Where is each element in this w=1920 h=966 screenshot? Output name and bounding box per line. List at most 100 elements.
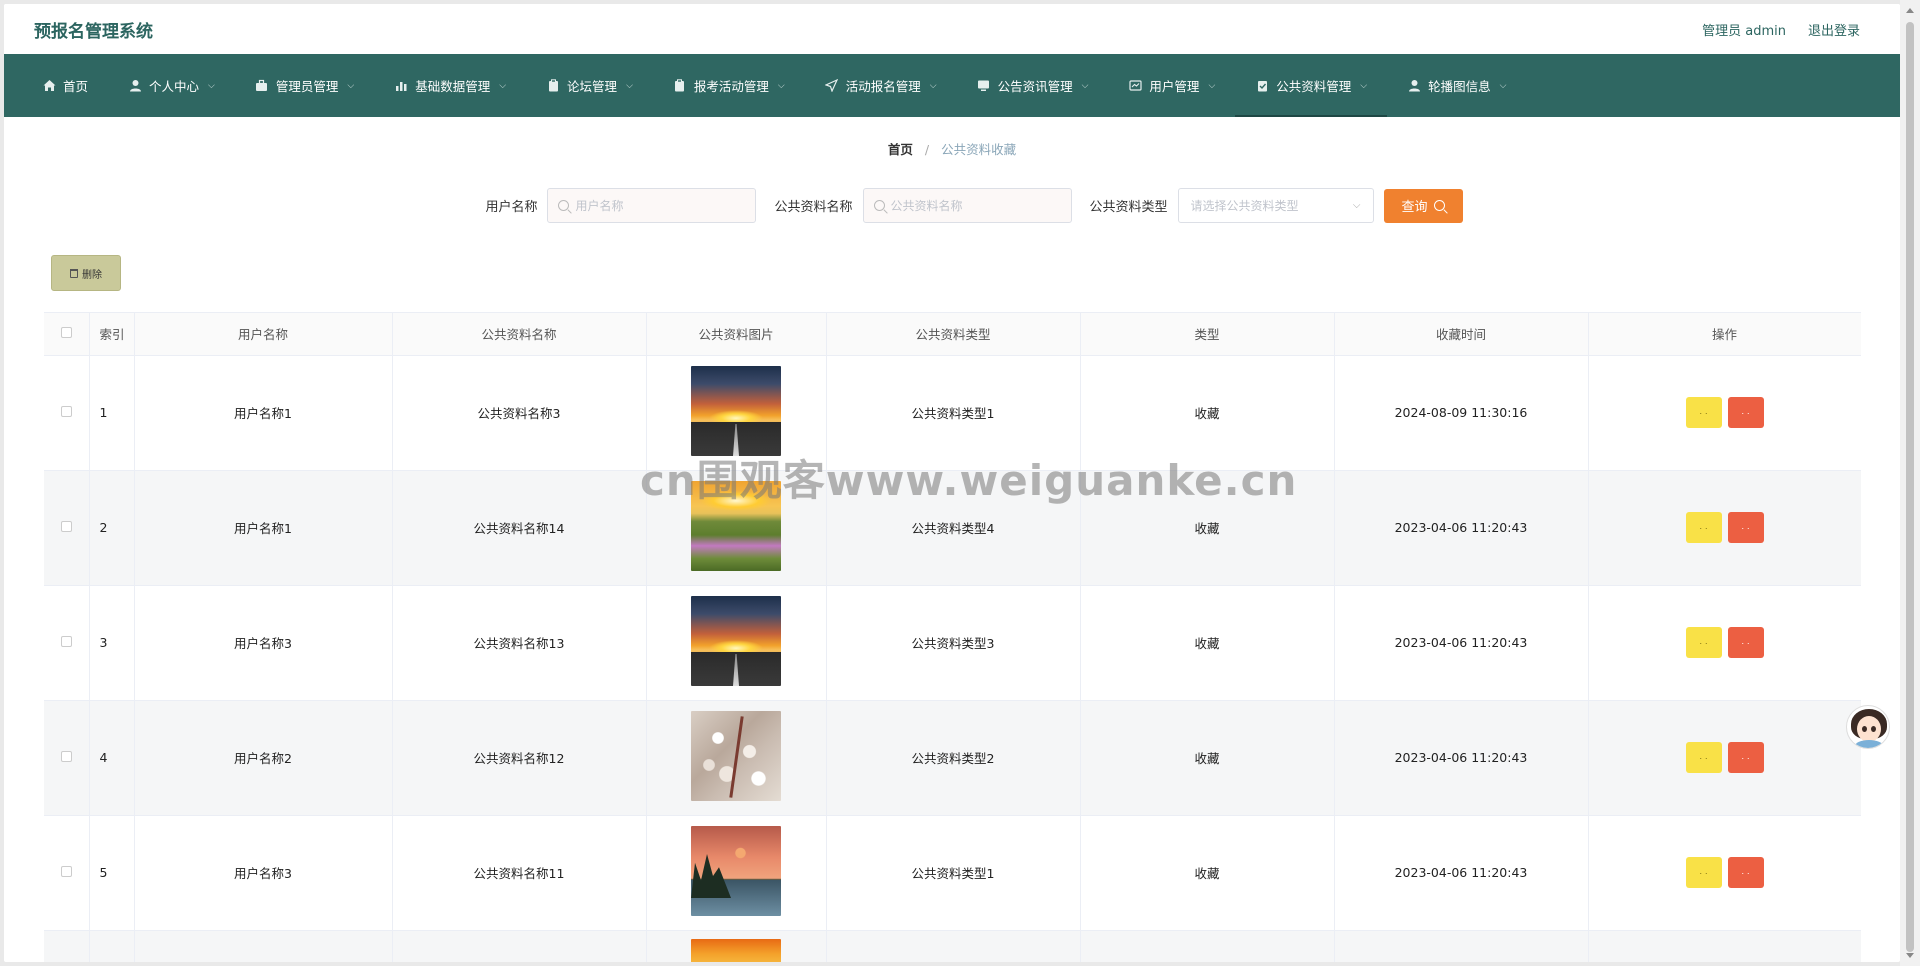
row-resource-name xyxy=(392,930,647,962)
nav-item-2[interactable]: 管理员管理 ⌵ xyxy=(235,54,374,117)
nav-item-9[interactable]: 公共资料管理 ⌵ xyxy=(1235,54,1387,117)
row-delete-button[interactable]: · · xyxy=(1727,857,1764,888)
row-user: 用户名称3 xyxy=(134,815,393,931)
row-actions: · · · · xyxy=(1588,355,1861,471)
clipboard-check-icon xyxy=(1255,79,1269,93)
row-actions: · · · · xyxy=(1588,700,1861,816)
trash-icon xyxy=(70,268,78,278)
table-row: 2 用户名称1 公共资料名称14 公共资料类型4 收藏 2023-04-06 11:20:… xyxy=(44,470,1861,586)
nav-item-label: 论坛管理 xyxy=(567,79,618,94)
search-icon xyxy=(558,200,570,211)
top-header: 预报名管理系统 管理员 admin 退出登录 xyxy=(4,4,1900,54)
search-icon xyxy=(873,200,885,211)
admin-label[interactable]: 管理员 admin xyxy=(1702,20,1786,39)
chevron-down-icon: ⌵ xyxy=(347,80,355,91)
nav-item-1[interactable]: 个人中心 ⌵ xyxy=(108,54,235,117)
row-delete-button[interactable]: · · xyxy=(1727,742,1764,773)
resource-thumbnail[interactable] xyxy=(691,596,781,686)
query-button[interactable]: 查询 xyxy=(1383,188,1463,223)
row-checkbox[interactable] xyxy=(60,521,72,532)
resource-type-select[interactable]: 请选择公共资料类型 ⌵ xyxy=(1177,188,1374,223)
col-user: 用户名称 xyxy=(134,313,393,356)
nav-item-label: 首页 xyxy=(63,79,89,94)
resource-thumbnail[interactable] xyxy=(691,481,781,571)
resource-thumbnail[interactable] xyxy=(691,711,781,801)
resource-name-input[interactable] xyxy=(890,198,1061,213)
nav-item-0[interactable]: 首页 xyxy=(22,54,108,117)
username-input[interactable] xyxy=(575,198,746,213)
table-row: 3 用户名称3 公共资料名称13 公共资料类型3 收藏 2023-04-06 11:20:… xyxy=(44,585,1861,701)
search-icon xyxy=(1433,200,1445,211)
nav-item-5[interactable]: 报考活动管理 ⌵ xyxy=(653,54,805,117)
nav-item-8[interactable]: 用户管理 ⌵ xyxy=(1108,54,1235,117)
nav-item-3[interactable]: 基础数据管理 ⌵ xyxy=(374,54,526,117)
page-scrollbar[interactable] xyxy=(1900,0,1920,966)
resource-type-label: 公共资料类型 xyxy=(1089,200,1168,215)
resource-thumbnail[interactable] xyxy=(691,366,781,456)
row-image-cell xyxy=(646,930,827,962)
search-bar: 用户名称 公共资料名称 公共资料类型 请选择公共资料类型 ⌵ 查询 xyxy=(40,188,1900,223)
nav-item-6[interactable]: 活动报名管理 ⌵ xyxy=(805,54,957,117)
nav-item-7[interactable]: 公告资讯管理 ⌵ xyxy=(957,54,1109,117)
username-input-wrap[interactable] xyxy=(547,188,757,223)
row-index: 5 xyxy=(89,815,135,931)
row-checkbox[interactable] xyxy=(60,636,72,647)
view-button[interactable]: · · xyxy=(1685,742,1722,773)
row-user: 用户名称3 xyxy=(134,585,393,701)
row-kind: 收藏 xyxy=(1080,585,1335,701)
view-button[interactable]: · · xyxy=(1685,512,1722,543)
row-delete-button[interactable]: · · xyxy=(1727,512,1764,543)
row-checkbox[interactable] xyxy=(60,406,72,417)
col-resource-type: 公共资料类型 xyxy=(826,313,1081,356)
select-all-checkbox[interactable] xyxy=(60,327,72,339)
view-button[interactable]: · · xyxy=(1685,857,1722,888)
resource-name-input-wrap[interactable] xyxy=(862,188,1072,223)
monitor-icon xyxy=(977,79,991,93)
chevron-down-icon: ⌵ xyxy=(1352,200,1361,211)
row-delete-button[interactable]: · · xyxy=(1727,397,1764,428)
select-all-cell xyxy=(44,313,90,356)
resource-thumbnail[interactable] xyxy=(691,826,781,916)
header-actions: 管理员 admin 退出登录 xyxy=(1702,20,1860,39)
view-button[interactable]: · · xyxy=(1685,627,1722,658)
nav-item-label: 轮播图信息 xyxy=(1428,79,1491,94)
row-time: 2023-04-06 11:20:43 xyxy=(1334,700,1589,816)
clipboard-icon xyxy=(673,79,687,93)
breadcrumb-home[interactable]: 首页 xyxy=(888,142,913,157)
nav-item-label: 活动报名管理 xyxy=(845,79,921,94)
user-icon xyxy=(128,79,142,93)
nav-item-label: 管理员管理 xyxy=(275,79,339,94)
resource-thumbnail[interactable] xyxy=(691,939,781,962)
table-row: 5 用户名称3 公共资料名称11 公共资料类型1 收藏 2023-04-06 11:20:… xyxy=(44,815,1861,931)
scroll-down-icon[interactable] xyxy=(1906,953,1914,958)
assistant-avatar[interactable] xyxy=(1846,705,1890,749)
row-resource-type: 公共资料类型4 xyxy=(826,470,1081,586)
row-index: 3 xyxy=(89,585,135,701)
logout-link[interactable]: 退出登录 xyxy=(1808,20,1860,39)
chevron-down-icon: ⌵ xyxy=(626,80,633,91)
row-resource-name: 公共资料名称12 xyxy=(392,700,647,816)
row-checkbox[interactable] xyxy=(60,866,72,877)
row-kind: 收藏 xyxy=(1080,355,1335,471)
row-resource-name: 公共资料名称14 xyxy=(392,470,647,586)
chevron-down-icon: ⌵ xyxy=(929,80,937,91)
row-select-cell xyxy=(44,930,90,962)
bulk-delete-button[interactable]: 删除 xyxy=(51,255,121,291)
nav-item-4[interactable]: 论坛管理 ⌵ xyxy=(526,54,653,117)
view-button[interactable]: · · xyxy=(1685,397,1722,428)
row-user: 用户名称1 xyxy=(134,470,393,586)
row-user xyxy=(134,930,393,962)
row-checkbox[interactable] xyxy=(60,751,72,762)
scroll-up-icon[interactable] xyxy=(1906,8,1914,13)
breadcrumb: 首页 / 公共资料收藏 xyxy=(4,139,1900,158)
nav-item-10[interactable]: 轮播图信息 ⌵ xyxy=(1387,54,1526,117)
row-select-cell xyxy=(44,470,90,586)
table-header-row: 索引 用户名称 公共资料名称 公共资料图片 公共资料类型 类型 收藏时间 操作 xyxy=(44,313,1861,356)
row-delete-button[interactable]: · · xyxy=(1727,627,1764,658)
row-time: 2023-04-06 11:20:43 xyxy=(1334,815,1589,931)
row-select-cell xyxy=(44,585,90,701)
col-actions: 操作 xyxy=(1588,313,1861,356)
scroll-thumb[interactable] xyxy=(1906,22,1914,952)
nav-item-label: 用户管理 xyxy=(1149,79,1200,94)
table-row: 1 用户名称1 公共资料名称3 公共资料类型1 收藏 2024-08-09 11:30:1… xyxy=(44,355,1861,471)
